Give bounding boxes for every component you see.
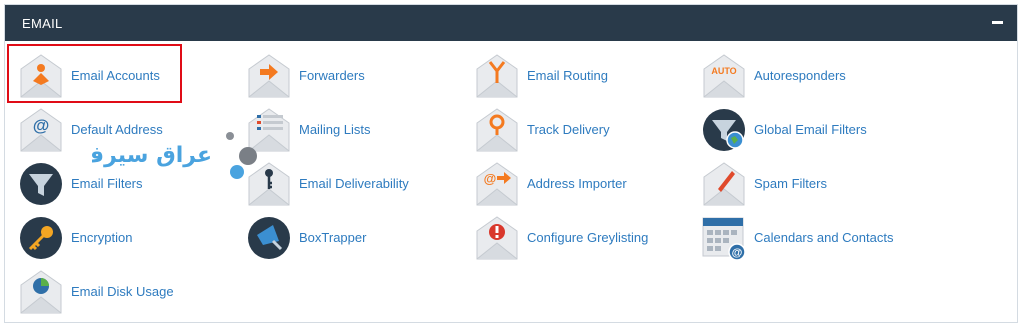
item-label: Email Routing xyxy=(527,68,608,83)
svg-text:@: @ xyxy=(484,171,497,186)
item-label: Email Deliverability xyxy=(299,176,409,191)
item-label: Configure Greylisting xyxy=(527,230,649,245)
panel-header[interactable]: EMAIL xyxy=(5,5,1017,41)
email-routing-link[interactable]: Email Routing xyxy=(475,53,645,99)
pin-envelope-icon xyxy=(476,108,518,152)
trap-icon xyxy=(248,217,290,259)
forwarders-link[interactable]: Forwarders xyxy=(247,53,417,99)
encryption-link[interactable]: Encryption xyxy=(19,215,189,261)
minus-icon[interactable] xyxy=(992,21,1003,24)
pie-envelope-icon xyxy=(20,270,62,314)
calendars-and-contacts-link[interactable]: @ Calendars and Contacts xyxy=(702,215,902,261)
pencil-envelope-icon xyxy=(703,162,745,206)
item-label: Autoresponders xyxy=(754,68,846,83)
global-email-filters-link[interactable]: Global Email Filters xyxy=(702,107,882,153)
user-envelope-icon xyxy=(20,54,62,98)
calendar-icon: @ xyxy=(702,217,746,261)
item-label: Email Disk Usage xyxy=(71,284,174,299)
email-accounts-link[interactable]: Email Accounts xyxy=(19,53,189,99)
at-arrow-envelope-icon: @ xyxy=(476,162,518,206)
watermark-text: عراق سيرف xyxy=(92,143,212,168)
globe-funnel-icon xyxy=(703,109,745,151)
at-envelope-icon: @ xyxy=(20,108,62,152)
spam-filters-link[interactable]: Spam Filters xyxy=(702,161,872,207)
address-importer-link[interactable]: @ Address Importer xyxy=(475,161,645,207)
track-delivery-link[interactable]: Track Delivery xyxy=(475,107,645,153)
configure-greylisting-link[interactable]: Configure Greylisting xyxy=(475,215,665,261)
item-label: Forwarders xyxy=(299,68,365,83)
item-label: Global Email Filters xyxy=(754,122,867,137)
arrow-envelope-icon xyxy=(248,54,290,98)
watermark-dots-icon: عراق سيرف xyxy=(79,132,257,179)
item-label: Calendars and Contacts xyxy=(754,230,894,245)
alert-envelope-icon xyxy=(476,216,518,260)
item-label: Address Importer xyxy=(527,176,627,191)
key-icon xyxy=(20,217,62,259)
svg-text:AUTO: AUTO xyxy=(711,66,736,76)
svg-text:@: @ xyxy=(33,116,50,135)
auto-envelope-icon: AUTO xyxy=(703,54,745,98)
item-label: Encryption xyxy=(71,230,133,245)
item-label: Email Accounts xyxy=(71,68,160,83)
item-label: Mailing Lists xyxy=(299,122,371,137)
watermark-logo: عراق سيرف xyxy=(79,128,267,188)
mailing-lists-link[interactable]: Mailing Lists xyxy=(247,107,417,153)
funnel-icon xyxy=(20,163,62,205)
autoresponders-link[interactable]: AUTO Autoresponders xyxy=(702,53,882,99)
panel-title: EMAIL xyxy=(22,16,63,31)
routing-envelope-icon xyxy=(476,54,518,98)
item-label: Spam Filters xyxy=(754,176,827,191)
svg-text:@: @ xyxy=(732,247,743,259)
email-deliverability-link[interactable]: Email Deliverability xyxy=(247,161,427,207)
item-label: Track Delivery xyxy=(527,122,610,137)
boxtrapper-link[interactable]: BoxTrapper xyxy=(247,215,417,261)
item-label: BoxTrapper xyxy=(299,230,367,245)
email-disk-usage-link[interactable]: Email Disk Usage xyxy=(19,269,189,315)
